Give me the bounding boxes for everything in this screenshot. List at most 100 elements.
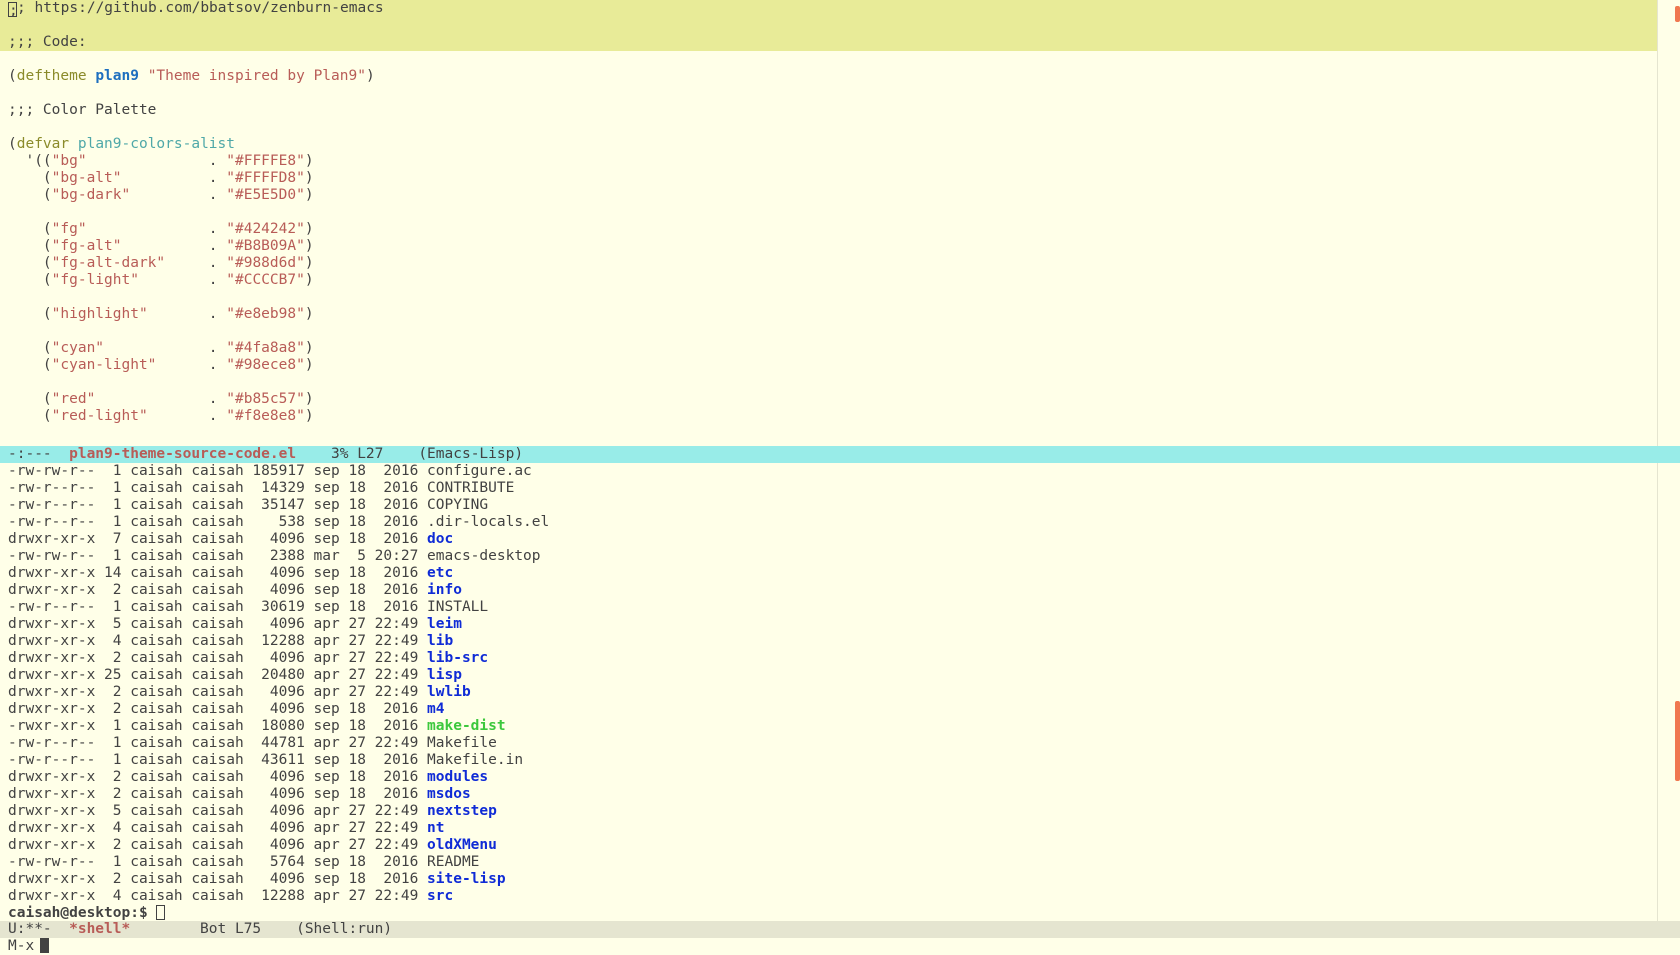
code-token: "highlight" (51, 306, 148, 322)
source-buffer-name[interactable]: plan9-theme-source-code.el (69, 446, 296, 462)
listing-filename[interactable]: COPYING (427, 497, 488, 513)
source-line[interactable]: ("fg-alt-dark" . "#988d6d") (0, 255, 1657, 272)
listing-row[interactable]: drwxr-xr-x 5 caisah caisah 4096 apr 27 2… (0, 803, 1657, 820)
listing-filename[interactable]: site-lisp (427, 871, 506, 887)
source-line[interactable]: '(("bg" . "#FFFFE8") (0, 153, 1657, 170)
code-token: . (165, 255, 227, 271)
source-line[interactable]: ("fg-alt" . "#B8B09A") (0, 238, 1657, 255)
source-line[interactable]: ("red" . "#b85c57") (0, 391, 1657, 408)
shell-position: Bot L75 (130, 921, 297, 937)
listing-filename[interactable]: leim (427, 616, 462, 632)
listing-row[interactable]: -rw-rw-r-- 1 caisah caisah 2388 mar 5 20… (0, 548, 1657, 565)
source-scrollbar-thumb[interactable] (1675, 6, 1680, 22)
listing-row[interactable]: drwxr-xr-x 5 caisah caisah 4096 apr 27 2… (0, 616, 1657, 633)
listing-row[interactable]: drwxr-xr-x 2 caisah caisah 4096 apr 27 2… (0, 837, 1657, 854)
listing-row[interactable]: drwxr-xr-x 7 caisah caisah 4096 sep 18 2… (0, 531, 1657, 548)
shell-scrollbar-thumb[interactable] (1675, 701, 1680, 781)
listing-filename[interactable]: msdos (427, 786, 471, 802)
shell-scrollbar[interactable] (1657, 463, 1680, 921)
listing-filename[interactable]: configure.ac (427, 463, 532, 479)
listing-row[interactable]: -rw-r--r-- 1 caisah caisah 43611 sep 18 … (0, 752, 1657, 769)
listing-row[interactable]: drwxr-xr-x 2 caisah caisah 4096 sep 18 2… (0, 871, 1657, 888)
listing-row[interactable]: drwxr-xr-x 2 caisah caisah 4096 sep 18 2… (0, 701, 1657, 718)
listing-row[interactable]: -rw-r--r-- 1 caisah caisah 14329 sep 18 … (0, 480, 1657, 497)
source-major-mode[interactable]: (Emacs-Lisp) (418, 446, 523, 462)
listing-filename[interactable]: CONTRIBUTE (427, 480, 514, 496)
shell-major-mode[interactable]: (Shell:run) (296, 921, 392, 937)
listing-filename[interactable]: info (427, 582, 462, 598)
source-line[interactable]: ;; https://github.com/bbatsov/zenburn-em… (0, 0, 1657, 19)
source-line[interactable] (0, 289, 1657, 306)
listing-filename[interactable]: README (427, 854, 479, 870)
listing-filename[interactable]: emacs-desktop (427, 548, 541, 564)
listing-filename[interactable]: Makefile (427, 735, 497, 751)
listing-filename[interactable]: etc (427, 565, 453, 581)
listing-filename[interactable]: doc (427, 531, 453, 547)
source-line[interactable]: ("fg-light" . "#CCCCB7") (0, 272, 1657, 289)
shell-prompt-line[interactable]: caisah@desktop:$ (0, 905, 1657, 921)
code-token: ) (304, 221, 314, 237)
shell-status: U:**- (8, 921, 70, 937)
source-line[interactable] (0, 85, 1657, 102)
source-code-window[interactable]: ;; https://github.com/bbatsov/zenburn-em… (0, 0, 1657, 446)
listing-filename[interactable]: m4 (427, 701, 444, 717)
shell-buffer-name[interactable]: *shell* (69, 921, 130, 937)
listing-row[interactable]: drwxr-xr-x 2 caisah caisah 4096 apr 27 2… (0, 684, 1657, 701)
listing-row[interactable]: drwxr-xr-x 2 caisah caisah 4096 sep 18 2… (0, 582, 1657, 599)
listing-row[interactable]: drwxr-xr-x 2 caisah caisah 4096 sep 18 2… (0, 786, 1657, 803)
listing-filename[interactable]: Makefile.in (427, 752, 523, 768)
listing-filename[interactable]: src (427, 888, 453, 904)
source-line[interactable]: ("bg-alt" . "#FFFFD8") (0, 170, 1657, 187)
source-scrollbar[interactable] (1657, 0, 1680, 446)
listing-row[interactable]: drwxr-xr-x 14 caisah caisah 4096 sep 18 … (0, 565, 1657, 582)
listing-filename[interactable]: oldXMenu (427, 837, 497, 853)
shell-window[interactable]: -rw-rw-r-- 1 caisah caisah 185917 sep 18… (0, 463, 1657, 921)
listing-filename[interactable]: lisp (427, 667, 462, 683)
listing-row[interactable]: -rw-rw-r-- 1 caisah caisah 5764 sep 18 2… (0, 854, 1657, 871)
listing-row[interactable]: -rw-r--r-- 1 caisah caisah 35147 sep 18 … (0, 497, 1657, 514)
listing-row[interactable]: drwxr-xr-x 4 caisah caisah 12288 apr 27 … (0, 888, 1657, 905)
listing-filename[interactable]: lib (427, 633, 453, 649)
source-line[interactable]: (defvar plan9-colors-alist (0, 136, 1657, 153)
listing-meta: drwxr-xr-x 25 caisah caisah 20480 apr 27… (8, 667, 428, 683)
source-line[interactable]: ("fg" . "#424242") (0, 221, 1657, 238)
listing-row[interactable]: drwxr-xr-x 25 caisah caisah 20480 apr 27… (0, 667, 1657, 684)
listing-filename[interactable]: lib-src (427, 650, 488, 666)
listing-filename[interactable]: .dir-locals.el (427, 514, 549, 530)
source-line[interactable]: ;;; Color Palette (0, 102, 1657, 119)
source-line[interactable] (0, 323, 1657, 340)
listing-row[interactable]: -rw-r--r-- 1 caisah caisah 44781 apr 27 … (0, 735, 1657, 752)
listing-row[interactable]: -rw-r--r-- 1 caisah caisah 538 sep 18 20… (0, 514, 1657, 531)
listing-row[interactable]: drwxr-xr-x 2 caisah caisah 4096 apr 27 2… (0, 650, 1657, 667)
code-token: ( (8, 68, 17, 84)
listing-row[interactable]: drwxr-xr-x 4 caisah caisah 4096 apr 27 2… (0, 820, 1657, 837)
source-line[interactable]: ("cyan-light" . "#98ece8") (0, 357, 1657, 374)
source-line[interactable]: (deftheme plan9 "Theme inspired by Plan9… (0, 68, 1657, 85)
listing-filename[interactable]: make-dist (427, 718, 506, 734)
source-line[interactable]: ("bg-dark" . "#E5E5D0") (0, 187, 1657, 204)
source-line[interactable]: ("highlight" . "#e8eb98") (0, 306, 1657, 323)
minibuffer[interactable]: M-x (0, 938, 1680, 955)
listing-row[interactable]: -rwxr-xr-x 1 caisah caisah 18080 sep 18 … (0, 718, 1657, 735)
source-line[interactable]: ("red-light" . "#f8e8e8") (0, 408, 1657, 425)
listing-row[interactable]: -rw-rw-r-- 1 caisah caisah 185917 sep 18… (0, 463, 1657, 480)
source-line[interactable] (0, 119, 1657, 136)
listing-filename[interactable]: nextstep (427, 803, 497, 819)
code-token: defvar (16, 136, 70, 152)
source-line[interactable] (0, 374, 1657, 391)
source-line[interactable]: ("cyan" . "#4fa8a8") (0, 340, 1657, 357)
listing-row[interactable]: drwxr-xr-x 2 caisah caisah 4096 sep 18 2… (0, 769, 1657, 786)
listing-meta: drwxr-xr-x 4 caisah caisah 12288 apr 27 … (8, 888, 428, 904)
listing-filename[interactable]: nt (427, 820, 444, 836)
listing-filename[interactable]: INSTALL (427, 599, 488, 615)
listing-filename[interactable]: lwlib (427, 684, 471, 700)
source-status: -:--- (8, 446, 70, 462)
listing-row[interactable]: drwxr-xr-x 4 caisah caisah 12288 apr 27 … (0, 633, 1657, 650)
listing-row[interactable]: -rw-r--r-- 1 caisah caisah 30619 sep 18 … (0, 599, 1657, 616)
source-line[interactable]: ;;; Code: (0, 34, 1657, 51)
source-line[interactable] (0, 204, 1657, 221)
source-line[interactable] (0, 51, 1657, 68)
listing-filename[interactable]: modules (427, 769, 488, 785)
source-line[interactable] (0, 17, 1657, 34)
code-token: "#CCCCB7" (226, 272, 305, 288)
